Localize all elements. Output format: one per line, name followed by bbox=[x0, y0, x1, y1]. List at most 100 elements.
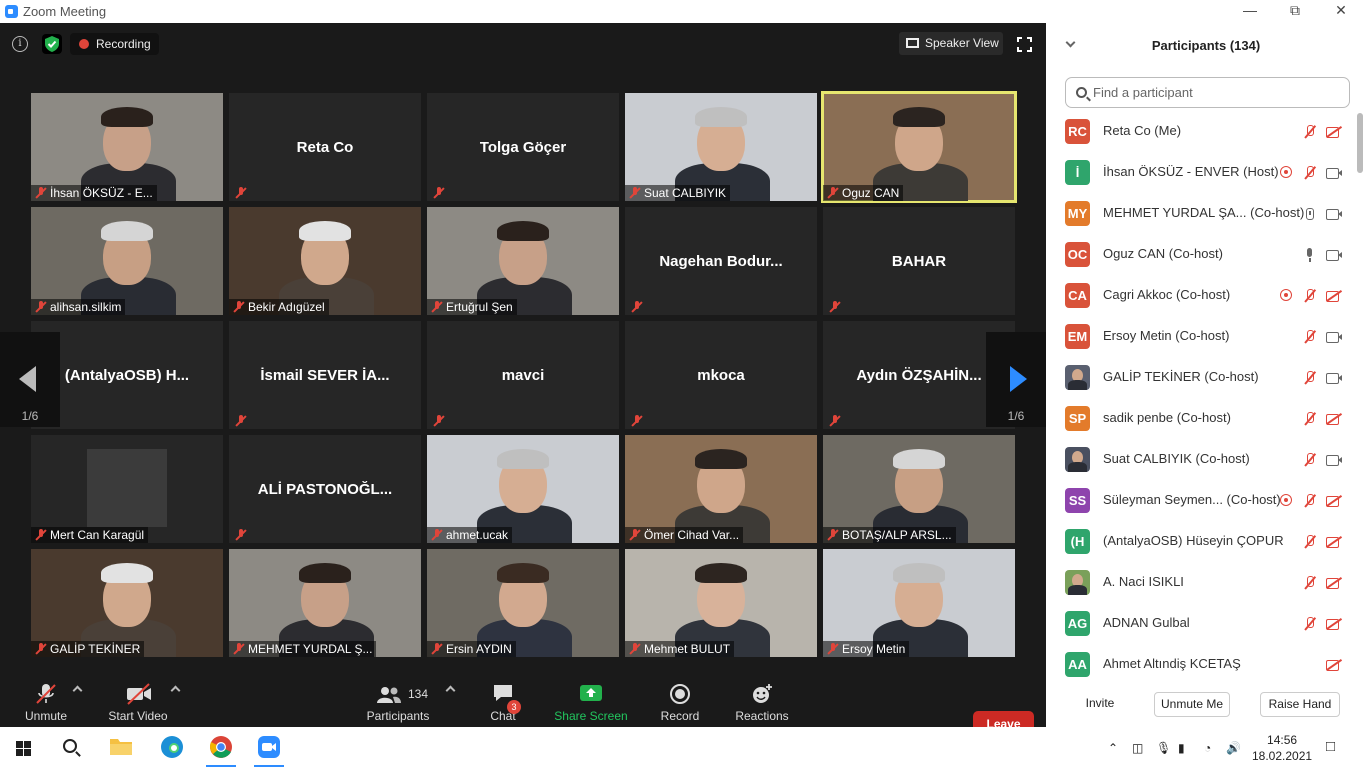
video-off-icon[interactable] bbox=[1326, 411, 1342, 427]
mic-muted-icon[interactable] bbox=[1302, 411, 1318, 427]
participant-row[interactable]: SS Süleyman Seymen... (Co-host) bbox=[1046, 480, 1356, 521]
mic-muted-icon[interactable] bbox=[1302, 329, 1318, 345]
participant-row[interactable]: OC Oguz CAN (Co-host) bbox=[1046, 234, 1356, 275]
mic-muted-icon[interactable] bbox=[1302, 288, 1318, 304]
meeting-info-icon[interactable]: i bbox=[12, 36, 28, 52]
video-off-icon[interactable] bbox=[1326, 534, 1342, 550]
participant-row[interactable]: (H (AntalyaOSB) Hüseyin ÇOPUR bbox=[1046, 521, 1356, 562]
participant-tile[interactable]: Oguz CAN bbox=[821, 91, 1017, 203]
unmute-button[interactable]: Unmute bbox=[18, 683, 74, 723]
taskbar-clock[interactable]: 14:56 18.02.2021 bbox=[1252, 732, 1312, 764]
video-off-icon[interactable] bbox=[1326, 493, 1342, 509]
participant-tile[interactable]: BAHAR bbox=[823, 207, 1015, 315]
mic-muted-icon[interactable] bbox=[1302, 616, 1318, 632]
participant-row[interactable]: SP sadik penbe (Co-host) bbox=[1046, 398, 1356, 439]
tray-overflow-icon[interactable]: ⌃ bbox=[1108, 741, 1118, 755]
minimize-icon[interactable]: — bbox=[1239, 2, 1261, 18]
find-participant-input[interactable]: Find a participant bbox=[1065, 77, 1350, 108]
participant-tile[interactable]: Tolga Göçer bbox=[427, 93, 619, 201]
video-icon[interactable] bbox=[1326, 329, 1342, 345]
video-icon[interactable] bbox=[1326, 206, 1342, 222]
volume-icon[interactable]: 🔊 bbox=[1226, 741, 1241, 755]
video-off-icon[interactable] bbox=[1326, 616, 1342, 632]
security-shield-icon[interactable] bbox=[42, 34, 62, 54]
mic-icon[interactable] bbox=[1302, 247, 1318, 263]
participant-tile[interactable]: ahmet.ucak bbox=[427, 435, 619, 543]
mic-muted-icon[interactable] bbox=[1302, 452, 1318, 468]
video-off-icon[interactable] bbox=[1326, 288, 1342, 304]
mic-muted-icon[interactable] bbox=[1302, 575, 1318, 591]
recording-indicator[interactable]: Recording bbox=[70, 33, 159, 55]
reactions-button[interactable]: Reactions bbox=[732, 683, 792, 723]
participant-row[interactable]: RC Reta Co (Me) bbox=[1046, 111, 1356, 152]
participant-tile[interactable]: Ertuğrul Şen bbox=[427, 207, 619, 315]
participant-tile[interactable]: Mehmet BULUT bbox=[625, 549, 817, 657]
participant-tile[interactable]: Reta Co bbox=[229, 93, 421, 201]
video-off-icon[interactable] bbox=[1326, 657, 1342, 673]
participant-tile[interactable]: Bekir Adıgüzel bbox=[229, 207, 421, 315]
tray-mic-icon[interactable]: 🎙 bbox=[1156, 741, 1171, 755]
participant-tile[interactable]: MEHMET YURDAL Ş... bbox=[229, 549, 421, 657]
participant-tile[interactable]: Ersin AYDIN bbox=[427, 549, 619, 657]
participant-tile[interactable]: Mert Can Karagül bbox=[31, 435, 223, 543]
video-off-icon[interactable] bbox=[1326, 575, 1342, 591]
battery-icon[interactable]: ▮ bbox=[1178, 741, 1185, 755]
participants-caret-icon[interactable] bbox=[445, 685, 456, 696]
participant-row[interactable]: CA Cagri Akkoc (Co-host) bbox=[1046, 275, 1356, 316]
participant-row[interactable]: İ İhsan ÖKSÜZ - ENVER (Host) bbox=[1046, 152, 1356, 193]
participant-tile[interactable]: İhsan ÖKSÜZ - E... bbox=[31, 93, 223, 201]
mic-muted-icon[interactable] bbox=[1302, 493, 1318, 509]
mic-icon[interactable] bbox=[1302, 206, 1318, 222]
participant-row[interactable]: MY MEHMET YURDAL ŞA... (Co-host) bbox=[1046, 193, 1356, 234]
fullscreen-icon[interactable] bbox=[1017, 37, 1032, 52]
participant-tile[interactable]: İsmail SEVER İA... bbox=[229, 321, 421, 429]
video-icon[interactable] bbox=[1326, 370, 1342, 386]
record-button[interactable]: Record bbox=[656, 683, 704, 723]
participant-tile[interactable]: Suat CALBIYIK bbox=[625, 93, 817, 201]
restore-icon[interactable]: ⧉ bbox=[1284, 2, 1306, 19]
gallery-prev-page-button[interactable]: 1/6 bbox=[0, 332, 60, 427]
file-explorer-icon[interactable] bbox=[109, 735, 133, 759]
windows-start-icon[interactable] bbox=[16, 741, 32, 757]
participant-tile[interactable]: alihsan.silkim bbox=[31, 207, 223, 315]
gallery-next-page-button[interactable]: 1/6 bbox=[986, 332, 1046, 427]
participant-tile[interactable]: mavci bbox=[427, 321, 619, 429]
participant-list-scrollbar[interactable] bbox=[1357, 113, 1363, 173]
video-options-caret-icon[interactable] bbox=[170, 685, 181, 696]
edge-browser-icon[interactable] bbox=[160, 735, 184, 759]
participant-tile[interactable]: Ömer Cihad Var... bbox=[625, 435, 817, 543]
wifi-icon[interactable]: ◔ bbox=[1204, 741, 1211, 755]
video-off-icon[interactable] bbox=[1326, 124, 1342, 140]
zoom-taskbar-icon[interactable] bbox=[257, 735, 281, 759]
participant-tile[interactable]: Ersoy Metin bbox=[823, 549, 1015, 657]
participant-tile[interactable]: Nagehan Bodur... bbox=[625, 207, 817, 315]
audio-options-caret-icon[interactable] bbox=[72, 685, 83, 696]
raise-hand-button[interactable]: Raise Hand bbox=[1260, 692, 1340, 717]
taskbar-search-icon[interactable] bbox=[63, 739, 77, 753]
close-icon[interactable]: ✕ bbox=[1330, 2, 1352, 19]
mic-muted-icon[interactable] bbox=[1302, 124, 1318, 140]
participant-row[interactable]: A. Naci ISIKLI bbox=[1046, 562, 1356, 603]
participant-tile[interactable]: GALİP TEKİNER bbox=[31, 549, 223, 657]
video-icon[interactable] bbox=[1326, 247, 1342, 263]
chrome-browser-icon[interactable] bbox=[209, 735, 233, 759]
notifications-icon[interactable]: □ bbox=[1326, 738, 1335, 755]
start-video-button[interactable]: Start Video bbox=[104, 683, 172, 723]
participant-row[interactable]: AA Ahmet Altındiş KCETAŞ bbox=[1046, 644, 1356, 685]
participant-row[interactable]: GALİP TEKİNER (Co-host) bbox=[1046, 357, 1356, 398]
participant-tile[interactable]: ALİ PASTONOĞL... bbox=[229, 435, 421, 543]
video-icon[interactable] bbox=[1326, 165, 1342, 181]
invite-button[interactable]: Invite bbox=[1076, 692, 1124, 717]
mic-muted-icon[interactable] bbox=[1302, 165, 1318, 181]
participant-row[interactable]: Suat CALBIYIK (Co-host) bbox=[1046, 439, 1356, 480]
share-screen-button[interactable]: Share Screen bbox=[552, 683, 630, 723]
mic-muted-icon[interactable] bbox=[1302, 370, 1318, 386]
participants-button[interactable]: 134 Participants bbox=[362, 683, 434, 723]
participant-row[interactable]: EM Ersoy Metin (Co-host) bbox=[1046, 316, 1356, 357]
video-icon[interactable] bbox=[1326, 452, 1342, 468]
mic-muted-icon[interactable] bbox=[1302, 534, 1318, 550]
participant-tile[interactable]: BOTAŞ/ALP ARSL... bbox=[823, 435, 1015, 543]
participant-row[interactable]: AG ADNAN Gulbal bbox=[1046, 603, 1356, 644]
collapse-chevron-icon[interactable] bbox=[1065, 37, 1076, 48]
speaker-view-button[interactable]: Speaker View bbox=[899, 32, 1003, 55]
